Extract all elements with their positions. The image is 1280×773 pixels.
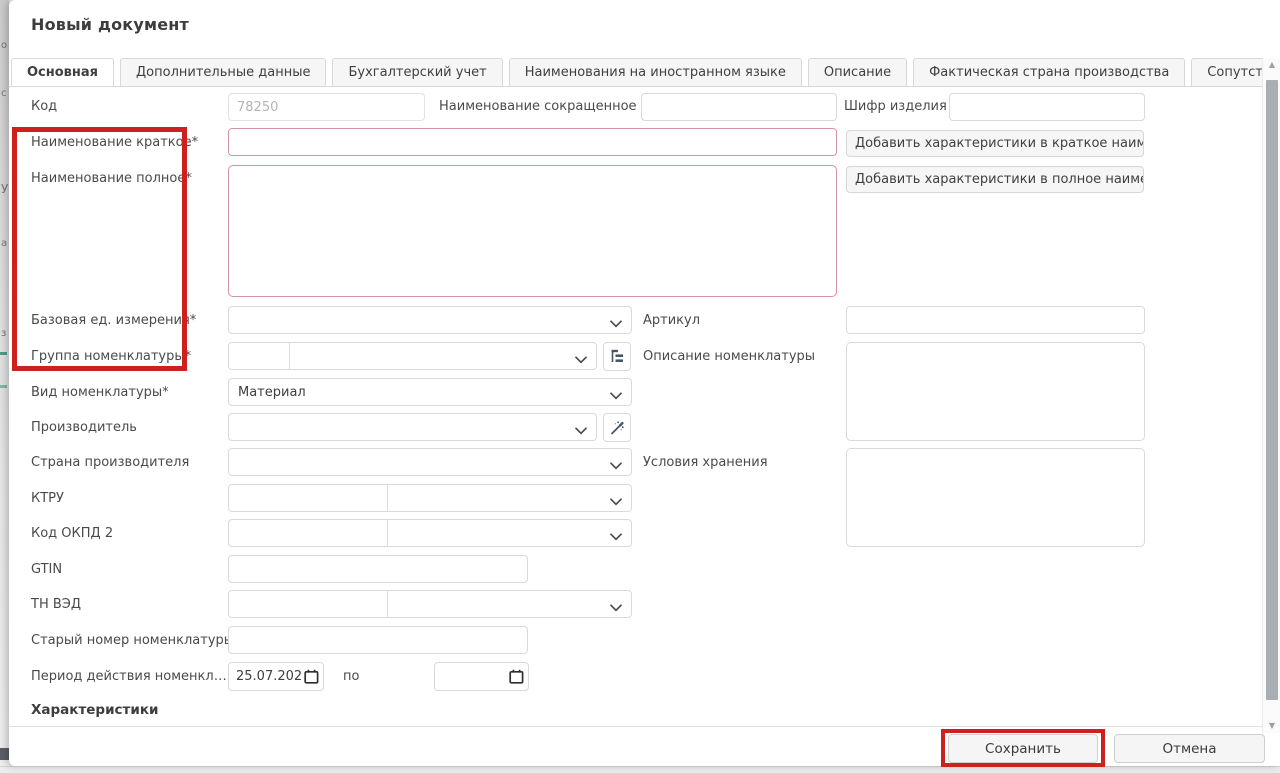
opisanie-nomenklatury-label: Описание номенклатуры — [643, 349, 815, 364]
select-divider — [387, 485, 388, 511]
tree-structure-icon — [609, 349, 625, 365]
annotation-required-fields-rectangle — [12, 127, 187, 371]
chevron-down-icon — [610, 389, 622, 404]
harakteristiki-section-header: Характеристики — [31, 702, 158, 718]
add-characteristics-full-button[interactable]: Добавить характеристики в полное наимено… — [846, 166, 1144, 193]
artikul-label: Артикул — [643, 313, 700, 328]
bazovaya-ed-label: Базовая ед. измерения* — [31, 313, 196, 328]
new-document-dialog: Новый документ Основная Дополнительные д… — [9, 0, 1280, 766]
period-from-date-input[interactable]: 25.07.202 — [228, 662, 324, 691]
chevron-down-icon — [610, 601, 622, 616]
kod-input — [228, 93, 425, 121]
opisanie-nomenklatury-textarea[interactable] — [846, 342, 1145, 441]
naimenovanie-polnoe-label: Наименование полное* — [31, 171, 192, 186]
tab-opisanie[interactable]: Описание — [808, 58, 907, 87]
usloviya-hraneniya-textarea[interactable] — [846, 448, 1145, 547]
add-characteristics-short-button[interactable]: Добавить характеристики в краткое наимен… — [846, 130, 1144, 157]
usloviya-hraneniya-label: Условия хранения — [643, 455, 768, 470]
period-from-value: 25.07.202 — [236, 669, 301, 684]
tab-naimenovaniya-inostr[interactable]: Наименования на иностранном языке — [509, 58, 802, 87]
background-mark — [0, 385, 7, 388]
select-divider — [387, 591, 388, 617]
tab-dopolnitelnye-dannye[interactable]: Дополнительные данные — [120, 58, 326, 87]
chevron-down-icon — [610, 530, 622, 545]
tab-soputstvuyushchie[interactable]: Сопутствующие данные — [1191, 58, 1262, 87]
tree-structure-button[interactable] — [603, 342, 631, 371]
gruppa-nomenklatury-label: Группа номенклатуры* — [31, 349, 191, 364]
naimenovanie-kratkoe-input[interactable] — [228, 128, 837, 156]
background-bottom-strip — [0, 766, 1280, 773]
proizvoditel-select[interactable] — [228, 413, 597, 441]
tab-bar: Основная Дополнительные данные Бухгалтер… — [9, 58, 1262, 87]
chevron-down-icon — [610, 495, 622, 510]
background-fragment: о — [1, 40, 7, 51]
chevron-down-icon — [575, 424, 587, 439]
magic-wand-button[interactable] — [603, 413, 631, 442]
background-fragment: з — [1, 328, 6, 339]
stary-nomer-label: Старый номер номенклатуры — [31, 633, 234, 648]
gtin-label: GTIN — [31, 562, 62, 577]
period-to-date-input[interactable] — [434, 662, 529, 691]
ktru-select[interactable] — [228, 484, 632, 512]
naimenovanie-sokr-input[interactable] — [641, 93, 837, 121]
bazovaya-ed-select[interactable] — [228, 306, 632, 334]
dialog-title: Новый документ — [31, 15, 189, 34]
vid-nomenklatury-label: Вид номенклатуры* — [31, 385, 169, 400]
background-mark — [0, 352, 7, 355]
tab-buhgalterskiy-uchet[interactable]: Бухгалтерский учет — [332, 58, 502, 87]
vid-nomenklatury-select[interactable]: Материал — [228, 378, 632, 406]
background-fragment: У — [1, 182, 8, 196]
artikul-input[interactable] — [846, 306, 1145, 334]
scrollbar-down-arrow-icon[interactable]: ▼ — [1263, 719, 1280, 733]
shifr-izdeliya-input[interactable] — [949, 93, 1145, 121]
select-divider — [289, 343, 290, 369]
chevron-down-icon — [610, 317, 622, 332]
ktru-label: КТРУ — [31, 491, 64, 506]
gtin-input[interactable] — [228, 555, 528, 583]
save-button[interactable]: Сохранить — [948, 734, 1098, 763]
strana-proizvoditelya-select[interactable] — [228, 448, 632, 476]
okpd2-label: Код ОКПД 2 — [31, 526, 113, 541]
kod-label: Код — [31, 99, 57, 114]
tab-osnovnaya[interactable]: Основная — [11, 58, 114, 87]
chevron-down-icon — [575, 353, 587, 368]
background-page-strip: о с У а з — [0, 0, 9, 773]
footer-divider — [9, 726, 1280, 727]
tnved-label: ТН ВЭД — [31, 597, 81, 612]
background-fragment: а — [1, 238, 7, 249]
period-deystviya-label: Период действия номенклатур... — [31, 669, 227, 684]
background-fragment: с — [1, 88, 7, 99]
select-divider — [387, 520, 388, 546]
gruppa-nomenklatury-select[interactable] — [228, 342, 597, 370]
tnved-select[interactable] — [228, 590, 632, 618]
calendar-icon — [304, 669, 319, 684]
scrollbar-up-arrow-icon[interactable]: ▲ — [1263, 58, 1280, 72]
naimenovanie-kratkoe-label: Наименование краткое* — [31, 135, 198, 150]
vid-nomenklatury-value: Материал — [238, 385, 306, 400]
chevron-down-icon — [610, 459, 622, 474]
shifr-izdeliya-label: Шифр изделия — [844, 99, 947, 114]
background-mark — [0, 748, 9, 760]
period-po-label: по — [343, 669, 359, 684]
okpd2-select[interactable] — [228, 519, 632, 547]
cancel-button[interactable]: Отмена — [1114, 734, 1265, 763]
naimenovanie-polnoe-textarea[interactable] — [228, 165, 837, 297]
vertical-scrollbar[interactable]: ▲ ▼ — [1262, 58, 1280, 733]
calendar-icon — [509, 669, 524, 684]
stary-nomer-input[interactable] — [228, 626, 528, 654]
scrollbar-thumb[interactable] — [1266, 80, 1278, 700]
naimenovanie-sokr-label: Наименование сокращенное — [439, 99, 637, 114]
tab-fakticheskaya-strana[interactable]: Фактическая страна производства — [913, 58, 1185, 87]
magic-wand-icon — [609, 420, 625, 436]
proizvoditel-label: Производитель — [31, 420, 137, 435]
strana-proizvoditelya-label: Страна производителя — [31, 455, 189, 470]
